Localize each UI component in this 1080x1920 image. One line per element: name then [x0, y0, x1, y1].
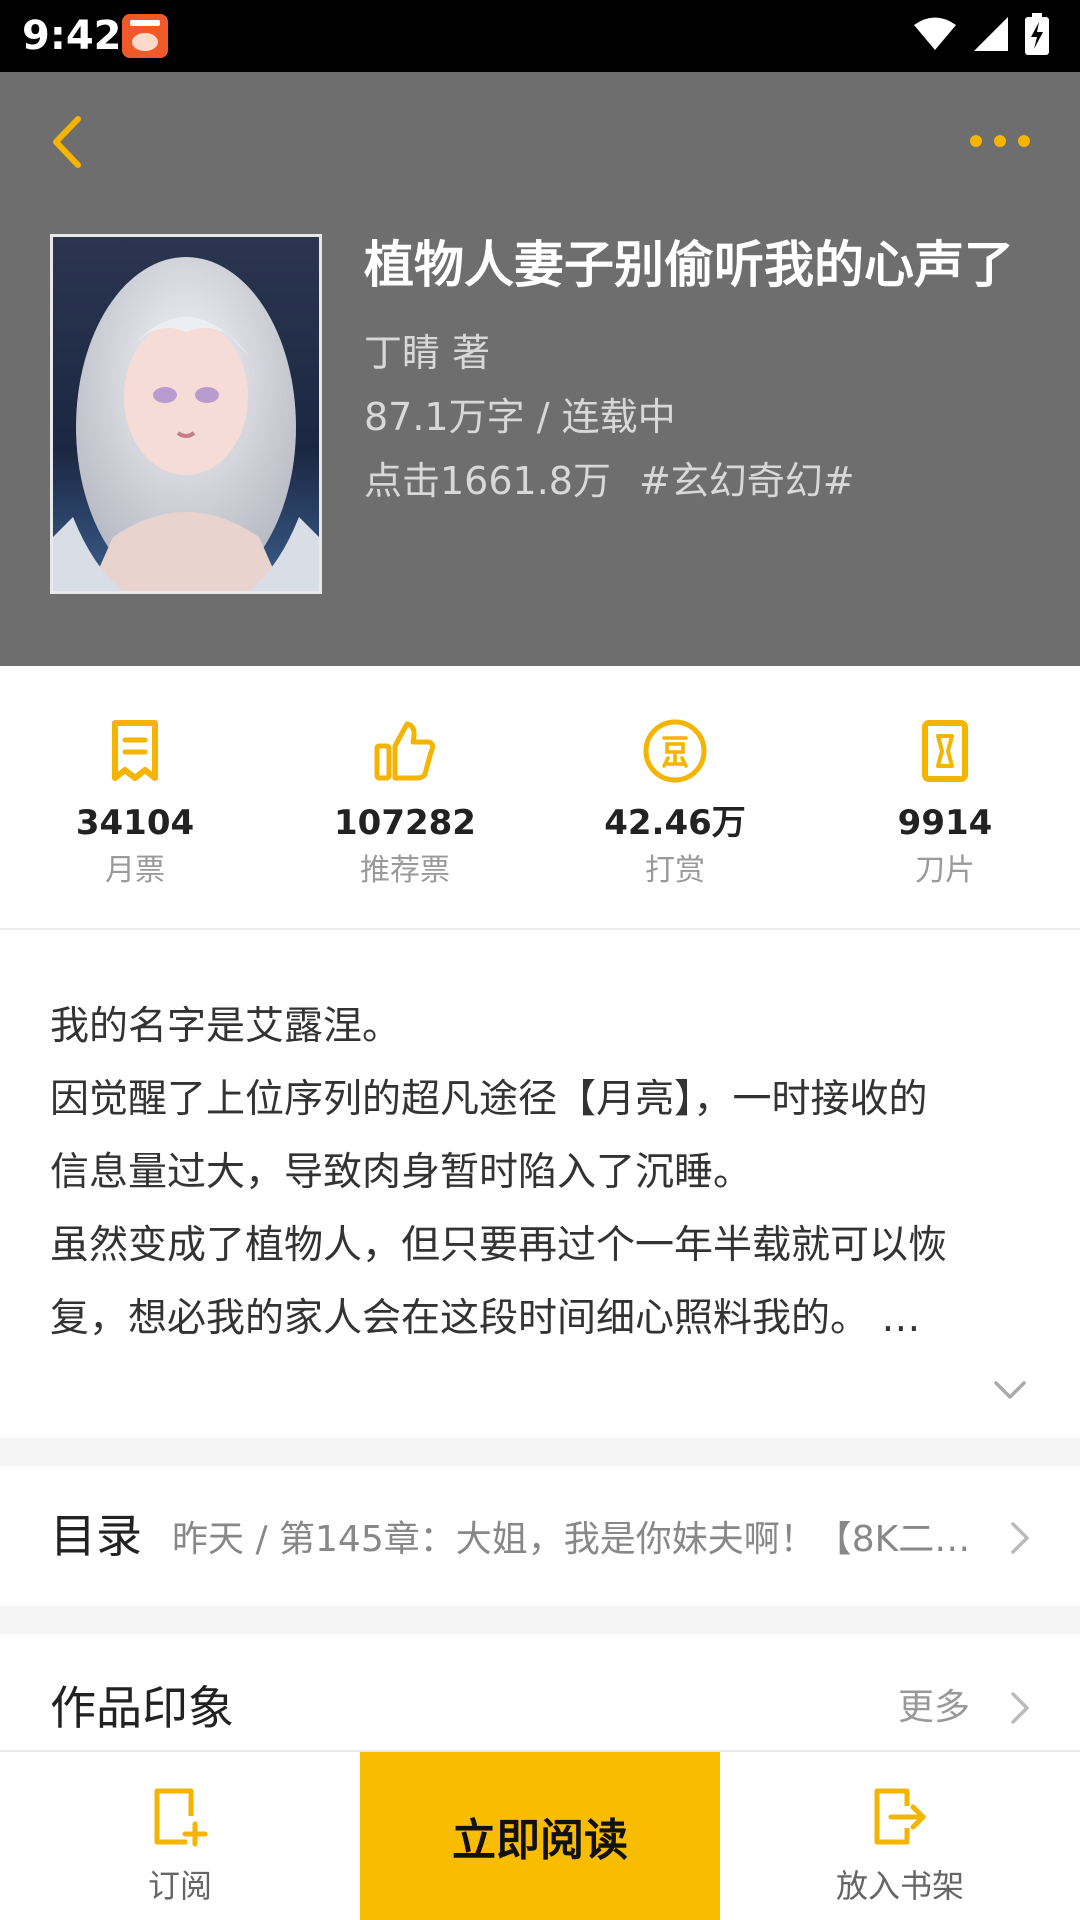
app-notification-icon [122, 14, 168, 58]
book-clicks: 点击1661.8万 [364, 459, 611, 503]
section-divider [0, 1438, 1080, 1466]
book-cover[interactable] [50, 234, 322, 594]
stat-reward[interactable]: 42.46万 打赏 [540, 666, 810, 928]
blade-card-icon [910, 716, 980, 786]
subscribe-button[interactable]: 订阅 [0, 1752, 360, 1920]
impressions-more-link[interactable]: 更多 [898, 1686, 970, 1730]
book-title: 植物人妻子别偷听我的心声了 [364, 236, 1014, 294]
cover-illustration [53, 237, 319, 591]
stat-value: 107282 [334, 803, 476, 843]
catalog-title: 目录 [50, 1509, 142, 1563]
reward-icon [640, 716, 710, 786]
stat-label: 打赏 [645, 853, 705, 888]
book-header: 植物人妻子别偷听我的心声了 丁睛 著 87.1万字 / 连载中 点击1661.8… [0, 72, 1080, 666]
add-to-shelf-icon [874, 1788, 926, 1845]
bottom-action-bar: 订阅 立即阅读 放入书架 [0, 1750, 1080, 1920]
status-icons [912, 12, 1050, 60]
stat-recommend-ticket[interactable]: 107282 推荐票 [270, 666, 540, 928]
thumbs-up-icon [370, 716, 440, 786]
synopsis-line: 虽然变成了植物人，但只要再过个一年半载就可以恢 [50, 1223, 948, 1268]
stat-blade[interactable]: 9914 刀片 [810, 666, 1080, 928]
back-button[interactable] [36, 106, 100, 178]
battery-charging-icon [1024, 13, 1050, 59]
status-bar: 9:42 [0, 0, 1080, 72]
monthly-ticket-icon [100, 716, 170, 786]
synopsis-line: 我的名字是艾露涅。 [50, 1004, 402, 1049]
impressions-section: 作品印象 更多 [0, 1634, 1080, 1750]
read-now-button[interactable]: 立即阅读 [360, 1752, 720, 1920]
subscribe-label: 订阅 [147, 1867, 212, 1905]
subscribe-icon [154, 1788, 208, 1847]
stats-row: 34104 月票 107282 推荐票 42.46万 打赏 9914 刀片 [0, 666, 1080, 930]
stat-label: 月票 [105, 853, 165, 888]
add-to-shelf-label: 放入书架 [835, 1867, 964, 1905]
chevron-right-icon [1011, 1522, 1029, 1554]
status-time: 9:42 [22, 13, 122, 59]
more-options-button[interactable] [960, 116, 1040, 166]
section-divider [0, 1606, 1080, 1634]
stat-label: 刀片 [915, 853, 975, 888]
impressions-title: 作品印象 [50, 1681, 234, 1735]
latest-chapter: 昨天 / 第145章：大姐，我是你妹夫啊！【8K二合一】 [172, 1519, 972, 1560]
synopsis-line: 信息量过大，导致肉身暂时陷入了沉睡。 [50, 1150, 753, 1195]
catalog-row[interactable]: 目录 昨天 / 第145章：大姐，我是你妹夫啊！【8K二合一】 [0, 1466, 1080, 1606]
stat-value: 34104 [75, 803, 195, 843]
synopsis-line: 复，想必我的家人会在这段时间细心照料我的。 … [50, 1296, 921, 1341]
stat-value: 9914 [897, 803, 993, 843]
stat-monthly-ticket[interactable]: 34104 月票 [0, 666, 270, 928]
stat-label: 推荐票 [360, 853, 450, 888]
chevron-left-icon [53, 116, 81, 168]
wifi-icon [912, 16, 958, 56]
add-to-shelf-button[interactable]: 放入书架 [720, 1752, 1080, 1920]
book-synopsis[interactable]: 我的名字是艾露涅。 因觉醒了上位序列的超凡途径【月亮】，一时接收的 信息量过大，… [50, 990, 1030, 1355]
book-author[interactable]: 丁睛 著 [364, 328, 490, 378]
more-dots-icon [970, 135, 982, 147]
book-word-count-status: 87.1万字 / 连载中 [364, 395, 676, 439]
synopsis-line: 因觉醒了上位序列的超凡途径【月亮】，一时接收的 [50, 1077, 928, 1122]
book-clicks-tag: 点击1661.8万 #玄幻奇幻# [364, 456, 855, 506]
signal-icon [972, 15, 1010, 57]
chevron-down-icon [994, 1381, 1026, 1399]
expand-synopsis-button[interactable] [990, 1370, 1030, 1410]
chevron-right-icon[interactable] [1004, 1690, 1034, 1726]
book-tag[interactable]: #玄幻奇幻# [639, 459, 855, 503]
stat-value: 42.46万 [604, 803, 746, 843]
